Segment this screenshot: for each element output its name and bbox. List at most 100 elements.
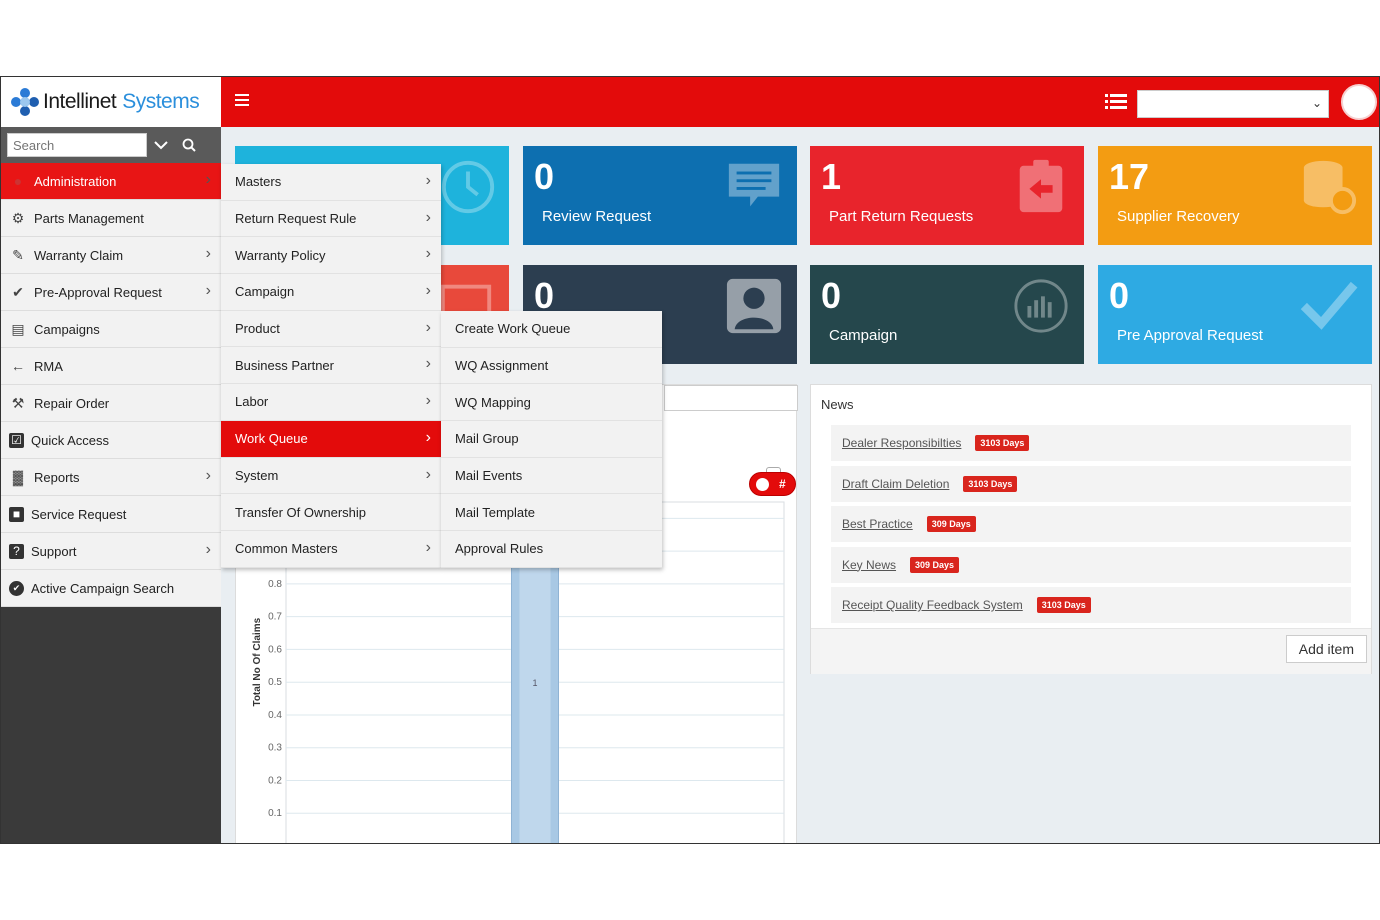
y-tick-label: 0.3: [268, 743, 282, 754]
submenu-item-labor[interactable]: Labor ›: [221, 384, 441, 421]
chevron-right-icon: ›: [205, 541, 211, 558]
news-age-badge: 3103 Days: [963, 475, 1018, 492]
submenu-item-campaign[interactable]: Campaign ›: [221, 274, 441, 311]
arrow-left-icon: ←: [11, 358, 25, 374]
stat-value: 1: [821, 156, 842, 197]
sidebar-item-quick-access[interactable]: ☑ Quick Access: [1, 422, 221, 459]
news-age-badge: 3103 Days: [1036, 597, 1091, 613]
chevron-right-icon: ›: [425, 318, 431, 336]
news-item: Receipt Quality Feedback System 3103 Days: [831, 587, 1351, 623]
news-age-badge: 309 Days: [926, 516, 976, 532]
stat-card-review-request[interactable]: 0 Review Request: [523, 146, 797, 245]
stat-card-campaign[interactable]: 0 Campaign: [810, 265, 1084, 364]
news-age-badge: 309 Days: [910, 556, 960, 573]
sidebar-item-label: Reports: [34, 469, 80, 485]
sidebar-item-administration[interactable]: ● Administration ›: [1, 163, 221, 200]
brand-name-part1: Intellinet: [43, 90, 117, 113]
dashboard-content: 0 Review Request 1 Part Return Requests …: [221, 127, 1379, 843]
sidebar-item-campaigns[interactable]: ▤ Campaigns: [1, 311, 221, 348]
list-view-icon[interactable]: [1105, 94, 1127, 110]
search-icon[interactable]: [175, 133, 203, 157]
submenu-item-product[interactable]: Product ›: [221, 310, 441, 348]
brand-name-part2: Systems: [122, 90, 200, 113]
submenu-item-wq-assignment[interactable]: WQ Assignment: [441, 347, 662, 385]
news-item: Best Practice 309 Days: [831, 506, 1351, 542]
y-tick-label: 0.6: [268, 644, 282, 655]
submenu-item-label: Approval Rules: [455, 541, 544, 557]
y-tick-label: 0.8: [268, 579, 282, 590]
news-link[interactable]: Key News: [842, 558, 896, 572]
chevron-right-icon: ›: [425, 428, 431, 446]
submenu-item-approval-rules[interactable]: Approval Rules: [441, 531, 662, 568]
submenu-item-label: Masters: [235, 174, 282, 190]
stat-card-supplier-recovery[interactable]: 17 Supplier Recovery: [1098, 146, 1372, 245]
submenu-item-label: Work Queue: [235, 431, 308, 447]
sidebar-item-warranty-claim[interactable]: ✎ Warranty Claim ›: [1, 237, 221, 274]
message-icon: [728, 163, 780, 207]
submenu-item-common-masters[interactable]: Common Masters ›: [221, 530, 441, 568]
sidebar: Intellinet Systems ● Administration › ⚙ Part…: [1, 77, 221, 843]
top-bar: ⌄: [221, 77, 1379, 127]
sidebar-item-repair-order[interactable]: ⚒ Repair Order: [1, 385, 221, 422]
submenu-item-return-request-rule[interactable]: Return Request Rule ›: [221, 200, 441, 238]
y-tick-label: 0.2: [268, 775, 282, 786]
submenu-item-mail-group[interactable]: Mail Group: [441, 421, 662, 458]
sidebar-item-label: Warranty Claim: [34, 247, 124, 263]
add-item-button[interactable]: Add item: [1285, 635, 1367, 663]
submenu-item-create-work-queue[interactable]: Create Work Queue: [441, 311, 662, 348]
bar-data-label: 1: [532, 678, 537, 688]
gear-icon: ⚙: [11, 209, 25, 226]
bar-chart-icon: ▓: [12, 469, 24, 485]
logo-icon: [11, 88, 39, 116]
brand-logo[interactable]: Intellinet Systems: [1, 77, 221, 127]
submenu-item-business-partner[interactable]: Business Partner ›: [221, 347, 441, 385]
submenu-item-system[interactable]: System ›: [221, 457, 441, 495]
sidebar-item-rma[interactable]: ← RMA: [1, 348, 221, 385]
sidebar-item-label: Active Campaign Search: [31, 580, 175, 596]
submenu-item-warranty-policy[interactable]: Warranty Policy ›: [221, 237, 441, 275]
y-axis-label: Total No Of Claims: [252, 617, 263, 706]
y-tick-label: 0.1: [268, 808, 282, 819]
sidebar-item-label: Repair Order: [34, 395, 110, 411]
chevron-right-icon: ›: [425, 208, 431, 226]
sidebar-item-service-request[interactable]: ■ Service Request: [1, 496, 221, 533]
stat-value: 0: [534, 156, 555, 197]
clipboard-return-icon: [1019, 159, 1063, 213]
sidebar-item-label: Pre-Approval Request: [34, 284, 162, 300]
chevron-right-icon: ›: [425, 538, 431, 556]
news-link[interactable]: Dealer Responsibilties: [842, 436, 961, 450]
hamburger-menu-icon[interactable]: [235, 94, 249, 106]
news-link[interactable]: Receipt Quality Feedback System: [842, 598, 1023, 612]
submenu-item-work-queue[interactable]: Work Queue ›: [221, 420, 441, 458]
administration-submenu: Masters › Return Request Rule › Warranty Pol…: [221, 164, 441, 568]
sidebar-item-reports[interactable]: ▓ Reports ›: [1, 459, 221, 496]
stat-card-pre-approval[interactable]: 0 Pre Approval Request: [1098, 265, 1372, 364]
news-link[interactable]: Draft Claim Deletion: [842, 477, 949, 491]
stat-card-part-return[interactable]: 1 Part Return Requests: [810, 146, 1084, 245]
top-select[interactable]: ⌄: [1137, 90, 1329, 118]
submenu-item-label: Product: [235, 321, 280, 337]
question-icon: ?: [9, 543, 24, 559]
sidebar-item-label: Administration: [34, 173, 117, 189]
submenu-item-transfer-of-ownership[interactable]: Transfer Of Ownership: [221, 494, 441, 531]
search-input[interactable]: [7, 133, 147, 157]
submenu-item-wq-mapping[interactable]: WQ Mapping: [441, 384, 662, 422]
sidebar-item-label: Campaigns: [34, 321, 100, 337]
sidebar-item-active-campaign-search[interactable]: ✔ Active Campaign Search: [1, 570, 221, 607]
checkmark-icon: [1300, 281, 1358, 330]
stat-value: 0: [1109, 275, 1130, 316]
news-link[interactable]: Best Practice: [842, 517, 913, 531]
sidebar-item-parts-management[interactable]: ⚙ Parts Management: [1, 200, 221, 237]
avatar[interactable]: [1341, 84, 1377, 120]
stat-label: Campaign: [829, 327, 898, 344]
sidebar-item-support[interactable]: ? Support ›: [1, 533, 221, 570]
toggle-knob: [756, 478, 769, 491]
check-circle-icon: ✔: [9, 580, 24, 596]
view-toggle[interactable]: #: [749, 472, 796, 496]
chevron-down-icon[interactable]: [147, 133, 175, 157]
submenu-item-masters[interactable]: Masters ›: [221, 164, 441, 201]
chart-circle-icon: [1014, 279, 1068, 333]
submenu-item-mail-events[interactable]: Mail Events: [441, 457, 662, 495]
sidebar-item-pre-approval-request[interactable]: ✔ Pre-Approval Request ›: [1, 274, 221, 311]
submenu-item-mail-template[interactable]: Mail Template: [441, 494, 662, 532]
